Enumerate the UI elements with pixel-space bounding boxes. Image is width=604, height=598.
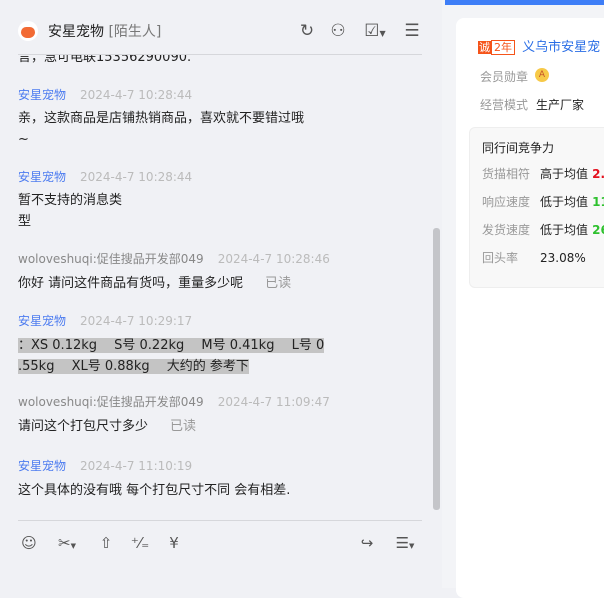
message-list: 言，急可电联15356290090. 安星宠物 2024-4-7 10:28:44…: [0, 55, 430, 518]
timestamp: 2024-4-7 11:09:47: [217, 395, 330, 409]
timestamp: 2024-4-7 11:10:19: [80, 459, 193, 473]
years-badge: 2年: [491, 40, 515, 55]
competition-title: 同行间竞争力: [482, 141, 555, 155]
sender-name[interactable]: 安星宠物: [18, 170, 66, 184]
input-divider: [18, 520, 422, 521]
message-text: 亲，这款商品是店铺热销商品，喜欢就不要错过哦 ~: [18, 111, 305, 147]
sender-name[interactable]: 安星宠物: [18, 88, 66, 102]
message-text: 你好 请问这件商品有货吗，重量多少呢 已读: [18, 276, 292, 291]
shop-name-link[interactable]: 义乌市安星宠: [522, 40, 600, 55]
message-text: 言，急可电联15356290090.: [18, 55, 192, 65]
message-text: 暂不支持的消息类型: [18, 193, 123, 229]
timestamp: 2024-4-7 10:28:44: [80, 170, 193, 184]
history-icon[interactable]: ↻: [296, 20, 318, 42]
price-icon[interactable]: ¥: [164, 533, 184, 553]
message-header: 安星宠物 2024-4-7 11:10:19: [18, 456, 192, 477]
message-text: ：XS 0.12kg S号 0.22kg M号 0.41kg L号 0.55kg…: [18, 338, 325, 374]
competition-row: 回头率 23.08%: [482, 251, 586, 265]
read-status: 已读: [170, 419, 197, 434]
member-label: 会员勋章: [480, 70, 529, 84]
sender-name: woloveshuqi:促佳搜品开发部049: [18, 252, 204, 266]
timestamp: 2024-4-7 10:29:17: [80, 314, 193, 328]
header-divider: [18, 54, 422, 55]
message-text: 这个具体的没有哦 每个打包尺寸不同 会有相差.: [18, 483, 291, 498]
cheng-badge: 诚: [478, 41, 491, 54]
message-header: 安星宠物 2024-4-7 10:28:44: [18, 167, 192, 188]
mode-label: 经营模式: [480, 98, 529, 112]
sender-name[interactable]: 安星宠物: [18, 314, 66, 328]
quick-reply-icon[interactable]: ☰▼: [390, 533, 420, 553]
relation-label: [陌生人]: [108, 24, 162, 40]
calculator-icon[interactable]: ⁺⁄₌: [130, 533, 150, 553]
share-icon[interactable]: ↪: [357, 533, 377, 553]
sender-name[interactable]: 安星宠物: [18, 459, 66, 473]
accent-bar: [445, 0, 604, 5]
task-icon[interactable]: ☑▼: [360, 20, 390, 42]
scrollbar[interactable]: [433, 228, 440, 510]
scissors-icon[interactable]: ✂▼: [53, 533, 81, 553]
competition-row: 发货速度低于均值 26: [482, 223, 604, 237]
shop-name: 安星宠物: [48, 24, 104, 40]
timestamp: 2024-4-7 10:28:44: [80, 88, 193, 102]
menu-icon[interactable]: ☰: [401, 20, 423, 42]
message-header: woloveshuqi:促佳搜品开发部049 2024-4-7 11:09:47: [18, 392, 330, 413]
competition-row: 响应速度低于均值 11: [482, 195, 604, 209]
message-text: 请问这个打包尺寸多少 已读: [18, 419, 197, 434]
timestamp: 2024-4-7 10:28:46: [217, 252, 330, 266]
chat-panel: 安星宠物 [陌生人] ↻ ⚇ ☑▼ ☰ 言，急可电联15356290090. 安…: [0, 0, 442, 588]
shop-title: 诚 2年 义乌市安星宠: [478, 36, 600, 55]
upload-icon[interactable]: ⇧: [96, 533, 116, 553]
sender-name: woloveshuqi:促佳搜品开发部049: [18, 395, 204, 409]
chat-title: 安星宠物 [陌生人]: [48, 21, 161, 41]
message-header: 安星宠物 2024-4-7 10:29:17: [18, 311, 192, 332]
shop-avatar: [18, 21, 38, 41]
mode-value: 生产厂家: [536, 98, 585, 112]
message-header: 安星宠物 2024-4-7 10:28:44: [18, 85, 192, 106]
shop-info-panel: 诚 2年 义乌市安星宠 会员勋章 A 经营模式 生产厂家 同行间竞争力 货描相符高…: [442, 0, 604, 598]
message-header: woloveshuqi:促佳搜品开发部049 2024-4-7 10:28:46: [18, 249, 330, 270]
add-contact-icon[interactable]: ⚇: [327, 20, 349, 42]
member-badge-icon: A: [535, 68, 549, 82]
read-status: 已读: [265, 276, 292, 291]
competition-row: 货描相符高于均值 2.5: [482, 167, 604, 181]
emoji-icon[interactable]: ☺: [19, 533, 39, 553]
